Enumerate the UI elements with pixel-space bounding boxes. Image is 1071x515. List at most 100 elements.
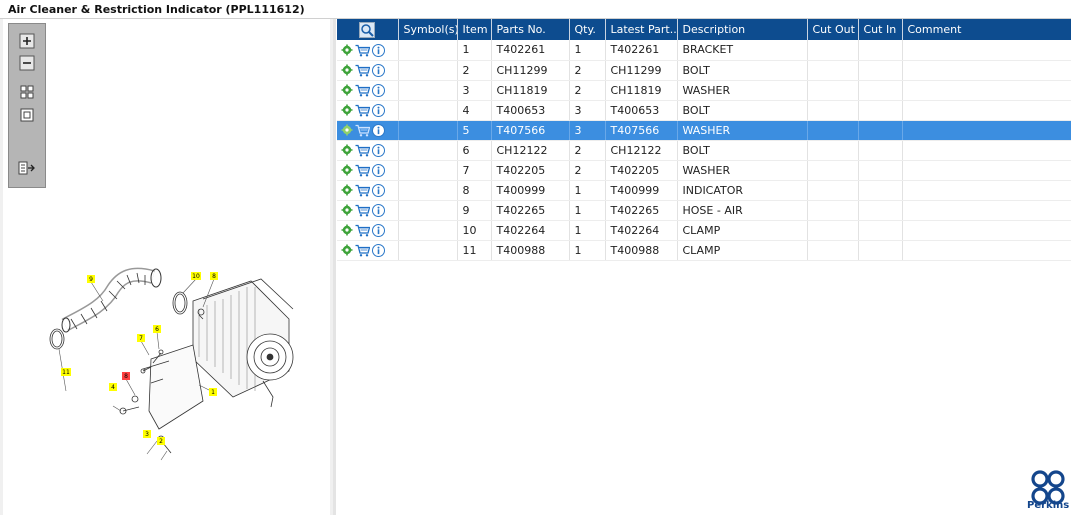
col-header-qty[interactable]: Qty. bbox=[569, 19, 606, 40]
cell-comment bbox=[902, 120, 1071, 141]
gear-icon[interactable] bbox=[341, 204, 353, 216]
cell-cut-in bbox=[858, 40, 903, 61]
window-title: Air Cleaner & Restriction Indicator (PPL… bbox=[0, 0, 1071, 19]
table-row[interactable]: 8 T400999 1 T400999 INDICATOR bbox=[337, 180, 1071, 201]
zoom-out-button[interactable] bbox=[17, 54, 37, 72]
cart-icon[interactable] bbox=[355, 84, 370, 97]
cell-description: BOLT bbox=[677, 140, 808, 161]
cell-latest-part: T402265 bbox=[605, 200, 678, 221]
gear-icon[interactable] bbox=[341, 224, 353, 236]
export-list-icon bbox=[18, 161, 35, 175]
cart-icon[interactable] bbox=[355, 204, 370, 217]
info-icon[interactable] bbox=[372, 223, 385, 237]
gear-icon[interactable] bbox=[341, 64, 353, 76]
cell-comment bbox=[902, 140, 1071, 161]
col-header-symbols[interactable]: Symbol(s) bbox=[398, 19, 458, 40]
callout-10-label: 10 bbox=[192, 273, 200, 280]
info-icon[interactable] bbox=[372, 83, 385, 97]
cell-cut-in bbox=[858, 100, 903, 121]
row-actions-cell bbox=[337, 180, 399, 201]
cart-icon[interactable] bbox=[355, 144, 370, 157]
row-actions-cell bbox=[337, 240, 399, 261]
cart-icon[interactable] bbox=[355, 244, 370, 257]
cell-item: 11 bbox=[457, 240, 492, 261]
cell-cut-in bbox=[858, 80, 903, 101]
cell-cut-out bbox=[807, 100, 859, 121]
table-row[interactable]: 5 T407566 3 T407566 WASHER bbox=[337, 120, 1071, 141]
info-icon[interactable] bbox=[372, 43, 385, 57]
col-header-description[interactable]: Description bbox=[677, 19, 808, 40]
info-icon[interactable] bbox=[372, 143, 385, 157]
cell-symbols bbox=[398, 120, 458, 141]
zoom-in-button[interactable] bbox=[17, 32, 37, 50]
info-icon[interactable] bbox=[372, 243, 385, 257]
col-header-item[interactable]: Item bbox=[457, 19, 492, 40]
cart-icon[interactable] bbox=[355, 224, 370, 237]
cart-icon[interactable] bbox=[355, 104, 370, 117]
cell-cut-in bbox=[858, 200, 903, 221]
info-icon[interactable] bbox=[372, 203, 385, 217]
table-row[interactable]: 4 T400653 3 T400653 BOLT bbox=[337, 100, 1071, 121]
table-row[interactable]: 6 CH12122 2 CH12122 BOLT bbox=[337, 140, 1071, 161]
cell-item: 2 bbox=[457, 60, 492, 81]
gear-icon[interactable] bbox=[341, 244, 353, 256]
table-row[interactable]: 10 T402264 1 T402264 CLAMP bbox=[337, 220, 1071, 241]
table-row[interactable]: 2 CH11299 2 CH11299 BOLT bbox=[337, 60, 1071, 81]
gear-icon[interactable] bbox=[341, 184, 353, 196]
fit-all-icon bbox=[20, 85, 34, 99]
table-row[interactable]: 11 T400988 1 T400988 CLAMP bbox=[337, 240, 1071, 261]
cart-icon[interactable] bbox=[355, 164, 370, 177]
col-header-cut-out[interactable]: Cut Out bbox=[807, 19, 859, 40]
callout-1-label: 1 bbox=[211, 389, 215, 396]
info-icon[interactable] bbox=[372, 63, 385, 77]
gear-icon[interactable] bbox=[341, 84, 353, 96]
drawing-canvas[interactable]: 9 10 8 6 7 11 8 4 1 3 2 bbox=[3, 19, 330, 515]
gear-icon[interactable] bbox=[341, 44, 353, 56]
cell-item: 7 bbox=[457, 160, 492, 181]
export-list-button[interactable] bbox=[17, 159, 37, 177]
info-icon[interactable] bbox=[372, 103, 385, 117]
cart-icon[interactable] bbox=[355, 184, 370, 197]
cell-latest-part: T402261 bbox=[605, 40, 678, 61]
table-row[interactable]: 3 CH11819 2 CH11819 WASHER bbox=[337, 80, 1071, 101]
panel-splitter[interactable] bbox=[333, 19, 336, 515]
col-header-comment[interactable]: Comment bbox=[902, 19, 1071, 40]
info-icon[interactable] bbox=[372, 183, 385, 197]
gear-icon[interactable] bbox=[341, 104, 353, 116]
gear-icon[interactable] bbox=[341, 124, 353, 136]
col-header-search[interactable] bbox=[337, 19, 399, 40]
col-header-parts-no[interactable]: Parts No. bbox=[491, 19, 570, 40]
cell-qty: 1 bbox=[569, 200, 606, 221]
col-header-cut-in[interactable]: Cut In bbox=[858, 19, 903, 40]
cell-cut-out bbox=[807, 120, 859, 141]
cell-comment bbox=[902, 200, 1071, 221]
perkins-logo-text: Perkins bbox=[1027, 500, 1070, 511]
cell-symbols bbox=[398, 100, 458, 121]
col-header-latest-part[interactable]: Latest Part... bbox=[605, 19, 678, 40]
table-row[interactable]: 9 T402265 1 T402265 HOSE - AIR bbox=[337, 200, 1071, 221]
cell-comment bbox=[902, 180, 1071, 201]
cart-icon[interactable] bbox=[355, 64, 370, 77]
info-icon[interactable] bbox=[372, 163, 385, 177]
cart-icon[interactable] bbox=[355, 124, 370, 137]
cell-parts-no: T402261 bbox=[491, 40, 570, 61]
cell-comment bbox=[902, 240, 1071, 261]
cell-cut-in bbox=[858, 180, 903, 201]
cell-description: HOSE - AIR bbox=[677, 200, 808, 221]
gear-icon[interactable] bbox=[341, 164, 353, 176]
info-icon[interactable] bbox=[372, 123, 385, 137]
cell-qty: 2 bbox=[569, 80, 606, 101]
actual-size-icon bbox=[20, 108, 34, 122]
cell-description: CLAMP bbox=[677, 240, 808, 261]
cell-symbols bbox=[398, 140, 458, 161]
cell-item: 6 bbox=[457, 140, 492, 161]
table-row[interactable]: 7 T402205 2 T402205 WASHER bbox=[337, 160, 1071, 181]
cart-icon[interactable] bbox=[355, 44, 370, 57]
table-row[interactable]: 1 T402261 1 T402261 BRACKET bbox=[337, 40, 1071, 61]
actual-size-button[interactable] bbox=[17, 106, 37, 124]
gear-icon[interactable] bbox=[341, 144, 353, 156]
cell-qty: 3 bbox=[569, 100, 606, 121]
cell-latest-part: T400988 bbox=[605, 240, 678, 261]
cell-cut-out bbox=[807, 140, 859, 161]
fit-all-button[interactable] bbox=[17, 83, 37, 101]
